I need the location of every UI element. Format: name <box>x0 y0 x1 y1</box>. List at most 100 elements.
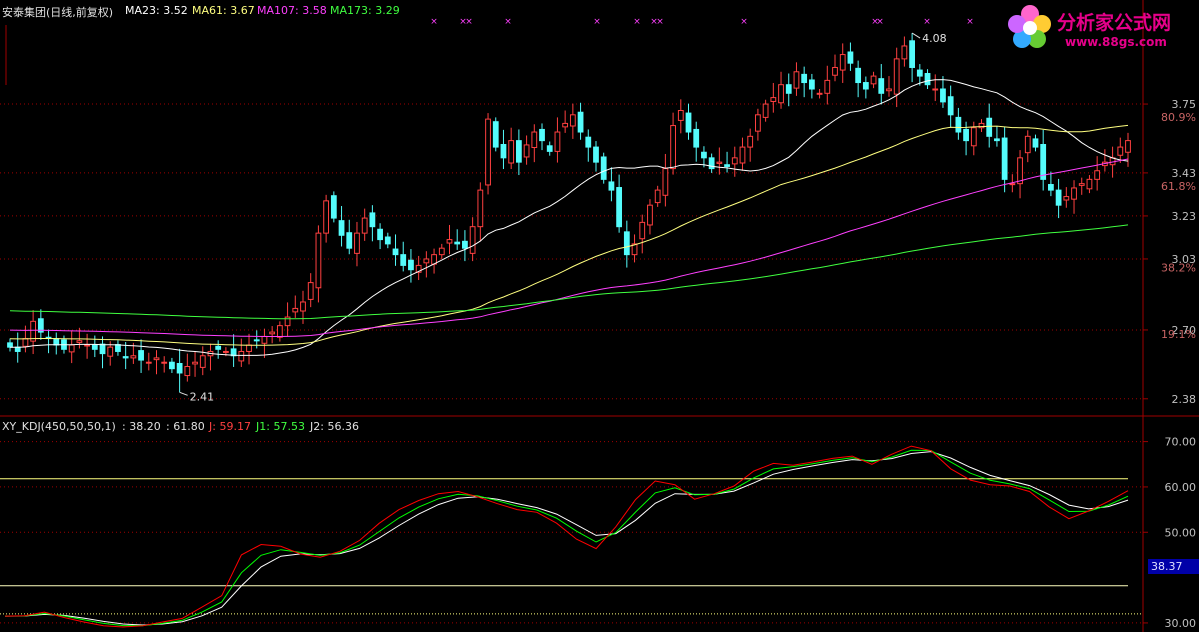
candle-body <box>531 131 538 149</box>
candle-body <box>955 116 962 133</box>
flower-icon <box>1008 5 1051 48</box>
price-tick-label: 2.38 <box>1172 393 1197 406</box>
candle-body <box>115 344 121 352</box>
candle-body <box>1032 138 1039 148</box>
candle-body <box>176 363 183 374</box>
candle-body <box>693 128 700 148</box>
candle-body <box>253 339 260 342</box>
percent-tick-label: 38.2% <box>1161 262 1196 275</box>
candle-body <box>1125 140 1131 153</box>
signal-marker: × <box>430 17 438 27</box>
signal-marker: × <box>923 17 931 27</box>
high-pointer <box>911 32 921 39</box>
logo-title: 分析家公式网 <box>1057 12 1172 34</box>
candle-body <box>14 346 21 352</box>
candle-body <box>346 232 353 249</box>
candle-body <box>361 217 368 234</box>
candle-body <box>315 232 322 289</box>
candle-body <box>122 356 129 359</box>
candle-body <box>916 69 923 77</box>
candle-body <box>778 84 784 104</box>
candle-body <box>724 164 730 167</box>
candle-body <box>585 136 592 148</box>
candle-body <box>539 128 545 142</box>
candle-body <box>161 361 168 364</box>
candle-body <box>886 88 892 92</box>
candle-body <box>785 84 792 94</box>
signal-marker: × <box>966 17 974 27</box>
candle-body <box>292 307 299 313</box>
candle-body <box>608 181 615 191</box>
candle-body <box>192 361 198 365</box>
price-tick-label: 3.75 <box>1172 98 1197 111</box>
candle-body <box>22 338 29 347</box>
candle-body <box>662 168 669 196</box>
candle-body <box>546 145 553 152</box>
candle-body <box>832 66 838 76</box>
candle-body <box>261 335 268 344</box>
candle-body <box>986 117 993 137</box>
stock-title: 安泰集团(日线,前复权) <box>2 6 114 19</box>
kdj-tick-label: 50.00 <box>1165 526 1197 539</box>
candle-body <box>762 103 769 118</box>
candle-body <box>438 247 445 256</box>
signal-marker: × <box>740 17 748 27</box>
candle-body <box>446 239 453 244</box>
candle-body <box>169 361 175 370</box>
signal-marker: × <box>465 17 473 27</box>
kdj-j1-line <box>4 449 1129 627</box>
candle-body <box>747 135 754 148</box>
candle-body <box>593 146 599 163</box>
candle-body <box>793 71 800 89</box>
chart-canvas: 3.753.433.233.032.702.3880.9%61.8%38.2%1… <box>0 0 1199 632</box>
kdj-tick-label: 70.00 <box>1165 436 1197 449</box>
ma173-line <box>9 224 1129 320</box>
candle-body <box>824 79 831 94</box>
candle-body <box>153 357 160 361</box>
candle-body <box>623 231 630 256</box>
candle-body <box>330 195 337 219</box>
candle-body <box>53 338 60 346</box>
low-pointer <box>179 391 188 396</box>
candle-body <box>994 138 1000 142</box>
logo-url[interactable]: www.88gs.com <box>1065 35 1167 49</box>
candle-body <box>7 342 13 348</box>
kdj-j-label: J: 59.17 <box>209 420 251 433</box>
candle-body <box>199 355 206 368</box>
candle-body <box>1040 143 1047 180</box>
candle-body <box>901 45 908 60</box>
candle-body <box>300 301 306 312</box>
candle-body <box>1055 189 1062 206</box>
candle-body <box>138 350 144 361</box>
candle-body <box>909 40 916 68</box>
candle-body <box>377 228 383 241</box>
candle-body <box>716 161 723 164</box>
candle-body <box>145 361 152 364</box>
candles-group <box>7 33 1131 393</box>
candle-body <box>462 240 468 249</box>
candle-body <box>500 143 507 159</box>
candle-body <box>91 344 98 350</box>
candle-body <box>1048 184 1054 191</box>
candle-body <box>855 67 862 84</box>
candle-body <box>392 248 399 256</box>
candle-body <box>654 189 661 204</box>
candle-body <box>924 73 931 86</box>
candle-body <box>1071 187 1077 200</box>
candle-body <box>562 122 569 128</box>
candle-body <box>685 112 692 133</box>
percent-tick-label: 19.1% <box>1161 328 1196 341</box>
candle-body <box>770 97 777 102</box>
candle-body <box>523 144 530 158</box>
site-logo[interactable]: 分析家公式网 www.88gs.com <box>1005 2 1195 54</box>
candle-body <box>839 54 846 71</box>
candle-body <box>963 128 969 142</box>
candle-body <box>269 331 276 335</box>
candle-body <box>801 73 808 84</box>
candle-body <box>408 259 414 271</box>
candle-body <box>1078 183 1085 186</box>
candle-body <box>893 58 900 95</box>
candle-body <box>947 96 954 116</box>
candle-body <box>238 350 245 362</box>
candle-body <box>477 189 484 228</box>
